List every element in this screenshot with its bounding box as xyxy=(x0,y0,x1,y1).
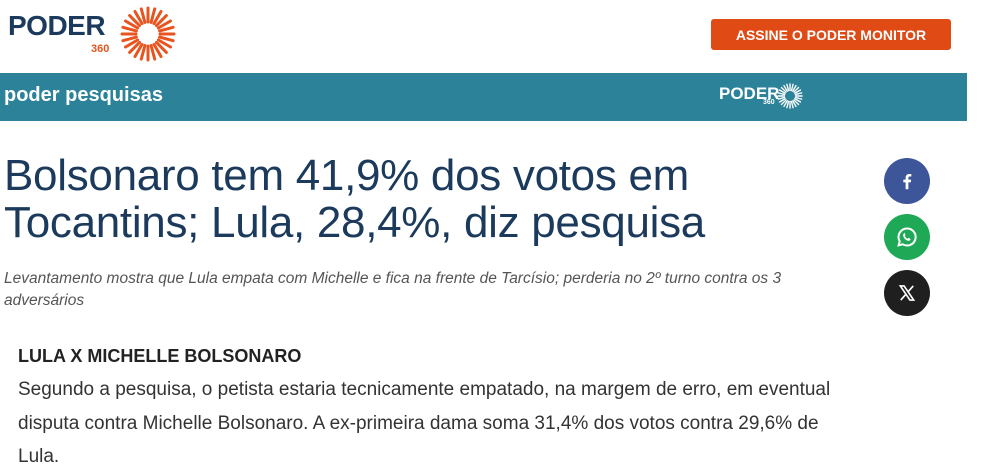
article-paragraph: Segundo a pesquisa, o petista estaria te… xyxy=(18,379,831,467)
whatsapp-icon xyxy=(897,227,917,247)
top-header: PODER 360 ASSINE O PODER MONITOR xyxy=(0,0,1001,73)
facebook-share-button[interactable] xyxy=(884,158,930,204)
logo-number: 360 xyxy=(91,43,110,55)
mini-sunburst-icon xyxy=(777,83,803,109)
x-icon xyxy=(898,285,916,301)
x-share-button[interactable] xyxy=(884,270,930,316)
logo-wordmark: PODER xyxy=(8,10,106,41)
section-band: poder pesquisas PODER 360 xyxy=(0,73,967,121)
section-heading: LULA X MICHELLE BOLSONARO xyxy=(18,346,302,366)
subscribe-button[interactable]: ASSINE O PODER MONITOR xyxy=(711,19,951,50)
facebook-icon xyxy=(903,173,912,190)
whatsapp-share-button[interactable] xyxy=(884,214,930,260)
article-headline: Bolsonaro tem 41,9% dos votos em Tocanti… xyxy=(4,151,705,247)
section-label[interactable]: poder pesquisas xyxy=(4,84,163,107)
sunburst-icon xyxy=(120,6,176,62)
article-subtitle: Levantamento mostra que Lula empata com … xyxy=(4,270,782,309)
mini-logo-number: 360 xyxy=(763,99,775,106)
